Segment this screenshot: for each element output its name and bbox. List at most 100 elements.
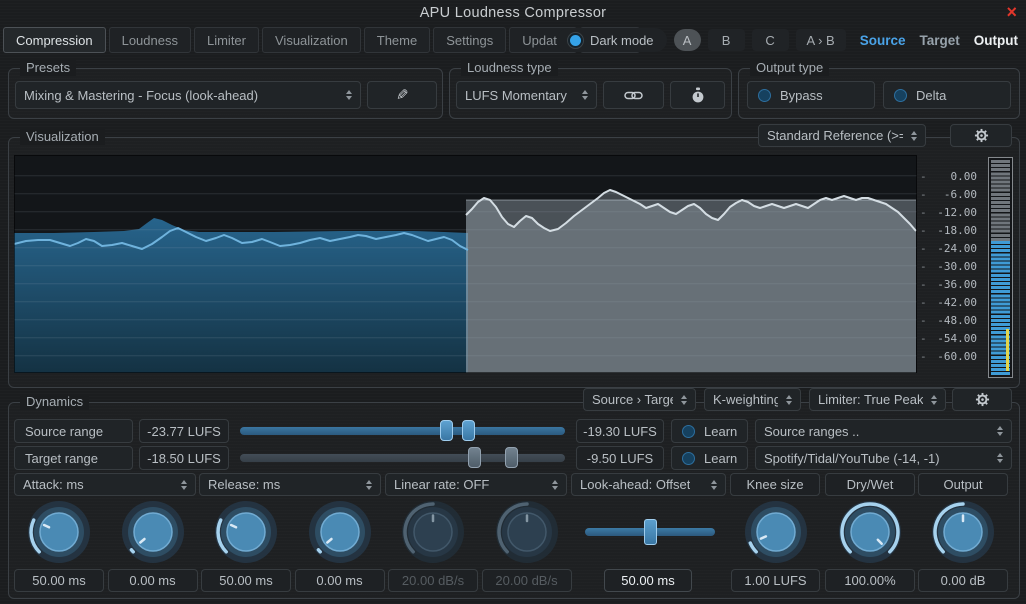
knob-release-hold[interactable] [307,499,373,568]
lookahead-slider[interactable] [585,519,715,545]
dark-mode-toggle[interactable]: Dark mode [557,28,667,52]
link-channels-button[interactable] [603,81,664,109]
spinner-icon [552,480,558,490]
ab-slot-a-button[interactable]: A [674,29,701,51]
knob-linear-rate-up[interactable] [400,499,466,568]
routing-select[interactable]: Source › Target [583,388,696,411]
ab-copy-button[interactable]: A › B [796,29,846,51]
param-value-box[interactable]: 50.00 ms [14,569,104,592]
knob-release-time[interactable] [213,499,279,568]
param-header-linear-rate[interactable]: Linear rate: OFF [385,473,567,496]
visualization-settings-button[interactable] [950,124,1012,147]
target-range-value[interactable]: -18.50 LUFS [139,446,229,470]
source-range-value[interactable]: -23.77 LUFS [139,419,229,443]
knob-knee-size[interactable] [743,499,809,568]
tab-compression[interactable]: Compression [3,27,106,53]
source-range-slider[interactable] [240,419,565,443]
knob-attack-hold[interactable] [120,499,186,568]
edit-preset-button[interactable]: ✎ [367,81,437,109]
reference-select[interactable]: Standard Reference (>= -60) [758,124,926,147]
delta-label: Delta [916,88,946,103]
knob-linear-rate-down[interactable] [494,499,560,568]
weighting-select[interactable]: K-weighting [704,388,801,411]
param-value-box[interactable]: 0.00 dB [918,569,1008,592]
output-type-legend: Output type [750,60,829,76]
preset-select[interactable]: Mixing & Mastering - Focus (look-ahead) [15,81,361,109]
param-value-box[interactable]: 0.00 ms [108,569,198,592]
source-learn-toggle[interactable]: Learn [671,419,748,443]
target-learn-toggle[interactable]: Learn [671,446,748,470]
source-range-button[interactable]: Source range [14,419,133,443]
param-header-release[interactable]: Release: ms [199,473,381,496]
tick-mark: - [920,296,927,309]
tick-value: -36.00 [937,278,977,291]
source-ranges-select[interactable]: Source ranges .. [755,419,1012,443]
spinner-icon [366,480,372,490]
output-type-group: Output type Bypass Delta [738,68,1020,119]
learn-indicator-icon [682,425,695,438]
param-value-box[interactable]: 50.00 ms [604,569,692,592]
loudness-chart[interactable] [14,155,917,373]
monitor-source-button[interactable]: Source [860,33,906,48]
ab-slot-c-button[interactable]: C [752,29,789,51]
range-slider-handle[interactable] [468,447,481,468]
tick-value: -6.00 [944,188,977,201]
target-range-button[interactable]: Target range [14,446,133,470]
range-slider-handle[interactable] [505,447,518,468]
spinner-icon [911,131,917,141]
dynamics-settings-button[interactable] [952,388,1012,411]
delta-toggle[interactable]: Delta [883,81,1011,109]
tick-value: -18.00 [937,224,977,237]
knob-attack-time[interactable] [26,499,92,568]
param-value-box[interactable]: 50.00 ms [201,569,291,592]
spinner-icon [997,426,1003,436]
loudness-type-legend: Loudness type [461,60,558,76]
level-meter [988,157,1013,378]
target-ranges-select[interactable]: Spotify/Tidal/YouTube (-14, -1) [755,446,1012,470]
range-slider-handle[interactable] [440,420,453,441]
tick-value: -60.00 [937,350,977,363]
integration-time-button[interactable] [670,81,725,109]
visualization-legend: Visualization [20,129,105,145]
tick-mark: - [920,314,927,327]
scale-tick: --30.00 [920,259,977,273]
knob-output-gain[interactable] [930,499,996,568]
param-value-box[interactable]: 100.00% [825,569,915,592]
source-range-target-value[interactable]: -19.30 LUFS [576,419,664,443]
tab-settings[interactable]: Settings [433,27,506,53]
param-value-box[interactable]: 20.00 dB/s [388,569,478,592]
tab-theme[interactable]: Theme [364,27,430,53]
target-range-slider[interactable] [240,446,565,470]
close-icon[interactable]: × [1006,2,1017,22]
range-slider-handle[interactable] [462,420,475,441]
loudness-type-value: LUFS Momentary [465,88,567,103]
target-range-label: Target range [25,451,98,466]
limiter-mode-select[interactable]: Limiter: True Peak [809,388,946,411]
target-range-target-value[interactable]: -9.50 LUFS [576,446,664,470]
tick-mark: - [920,350,927,363]
tick-value: -12.00 [937,206,977,219]
monitor-output-button[interactable]: Output [974,33,1018,48]
monitor-target-button[interactable]: Target [920,33,960,48]
tick-value: -54.00 [937,332,977,345]
bypass-toggle[interactable]: Bypass [747,81,875,109]
knob-dry-wet[interactable] [837,499,903,568]
tab-limiter[interactable]: Limiter [194,27,259,53]
top-right-toolbar: Dark mode ABC A › B Source Target Output [557,27,1018,53]
limiter-mode-value: Limiter: True Peak [818,392,923,407]
param-value-box[interactable]: 0.00 ms [295,569,385,592]
dark-mode-label: Dark mode [590,33,654,48]
tab-visualization[interactable]: Visualization [262,27,361,53]
param-header-look-ahead[interactable]: Look-ahead: Offset [571,473,726,496]
reference-value: Standard Reference (>= -60) [767,128,903,143]
learn-indicator-icon [682,452,695,465]
param-value-box[interactable]: 20.00 dB/s [482,569,572,592]
tab-loudness[interactable]: Loudness [109,27,191,53]
param-header-attack[interactable]: Attack: ms [14,473,196,496]
param-value-box[interactable]: 1.00 LUFS [731,569,820,592]
tick-mark: - [920,260,927,273]
tick-mark: - [920,206,927,219]
ab-slot-b-button[interactable]: B [708,29,745,51]
lookahead-handle[interactable] [644,519,657,545]
loudness-type-select[interactable]: LUFS Momentary [456,81,597,109]
